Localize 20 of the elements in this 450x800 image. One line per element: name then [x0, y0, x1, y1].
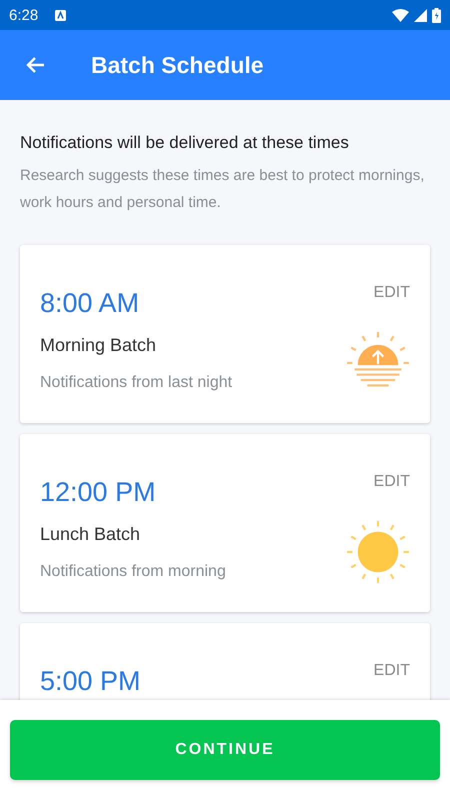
- batch-time: 12:00 PM: [40, 477, 156, 508]
- batch-subtitle: Notifications from last night: [40, 374, 232, 392]
- battery-icon: [432, 8, 441, 22]
- batch-title: Morning Batch: [40, 334, 158, 356]
- edit-button[interactable]: EDIT: [374, 284, 410, 302]
- batch-time: 5:00 PM: [40, 666, 141, 697]
- batch-subtitle: Notifications from morning: [40, 562, 226, 580]
- continue-button[interactable]: CONTINUE: [10, 720, 440, 780]
- wifi-icon: [392, 8, 409, 22]
- section-heading: Notifications will be delivered at these times: [20, 133, 350, 153]
- edit-button[interactable]: EDIT: [374, 473, 410, 491]
- notification-icon: [55, 10, 66, 20]
- screen-title: Batch Schedule: [91, 52, 264, 78]
- sun-icon: [346, 520, 410, 584]
- batch-time: 8:00 AM: [40, 288, 140, 319]
- signal-icon: [414, 8, 427, 22]
- status-time: 6:28: [9, 6, 38, 24]
- batch-title: Lunch Batch: [40, 524, 142, 544]
- edit-button[interactable]: EDIT: [374, 662, 410, 680]
- section-description: Research suggests these times are best to protect mornings, work hours and personal time.: [20, 166, 426, 213]
